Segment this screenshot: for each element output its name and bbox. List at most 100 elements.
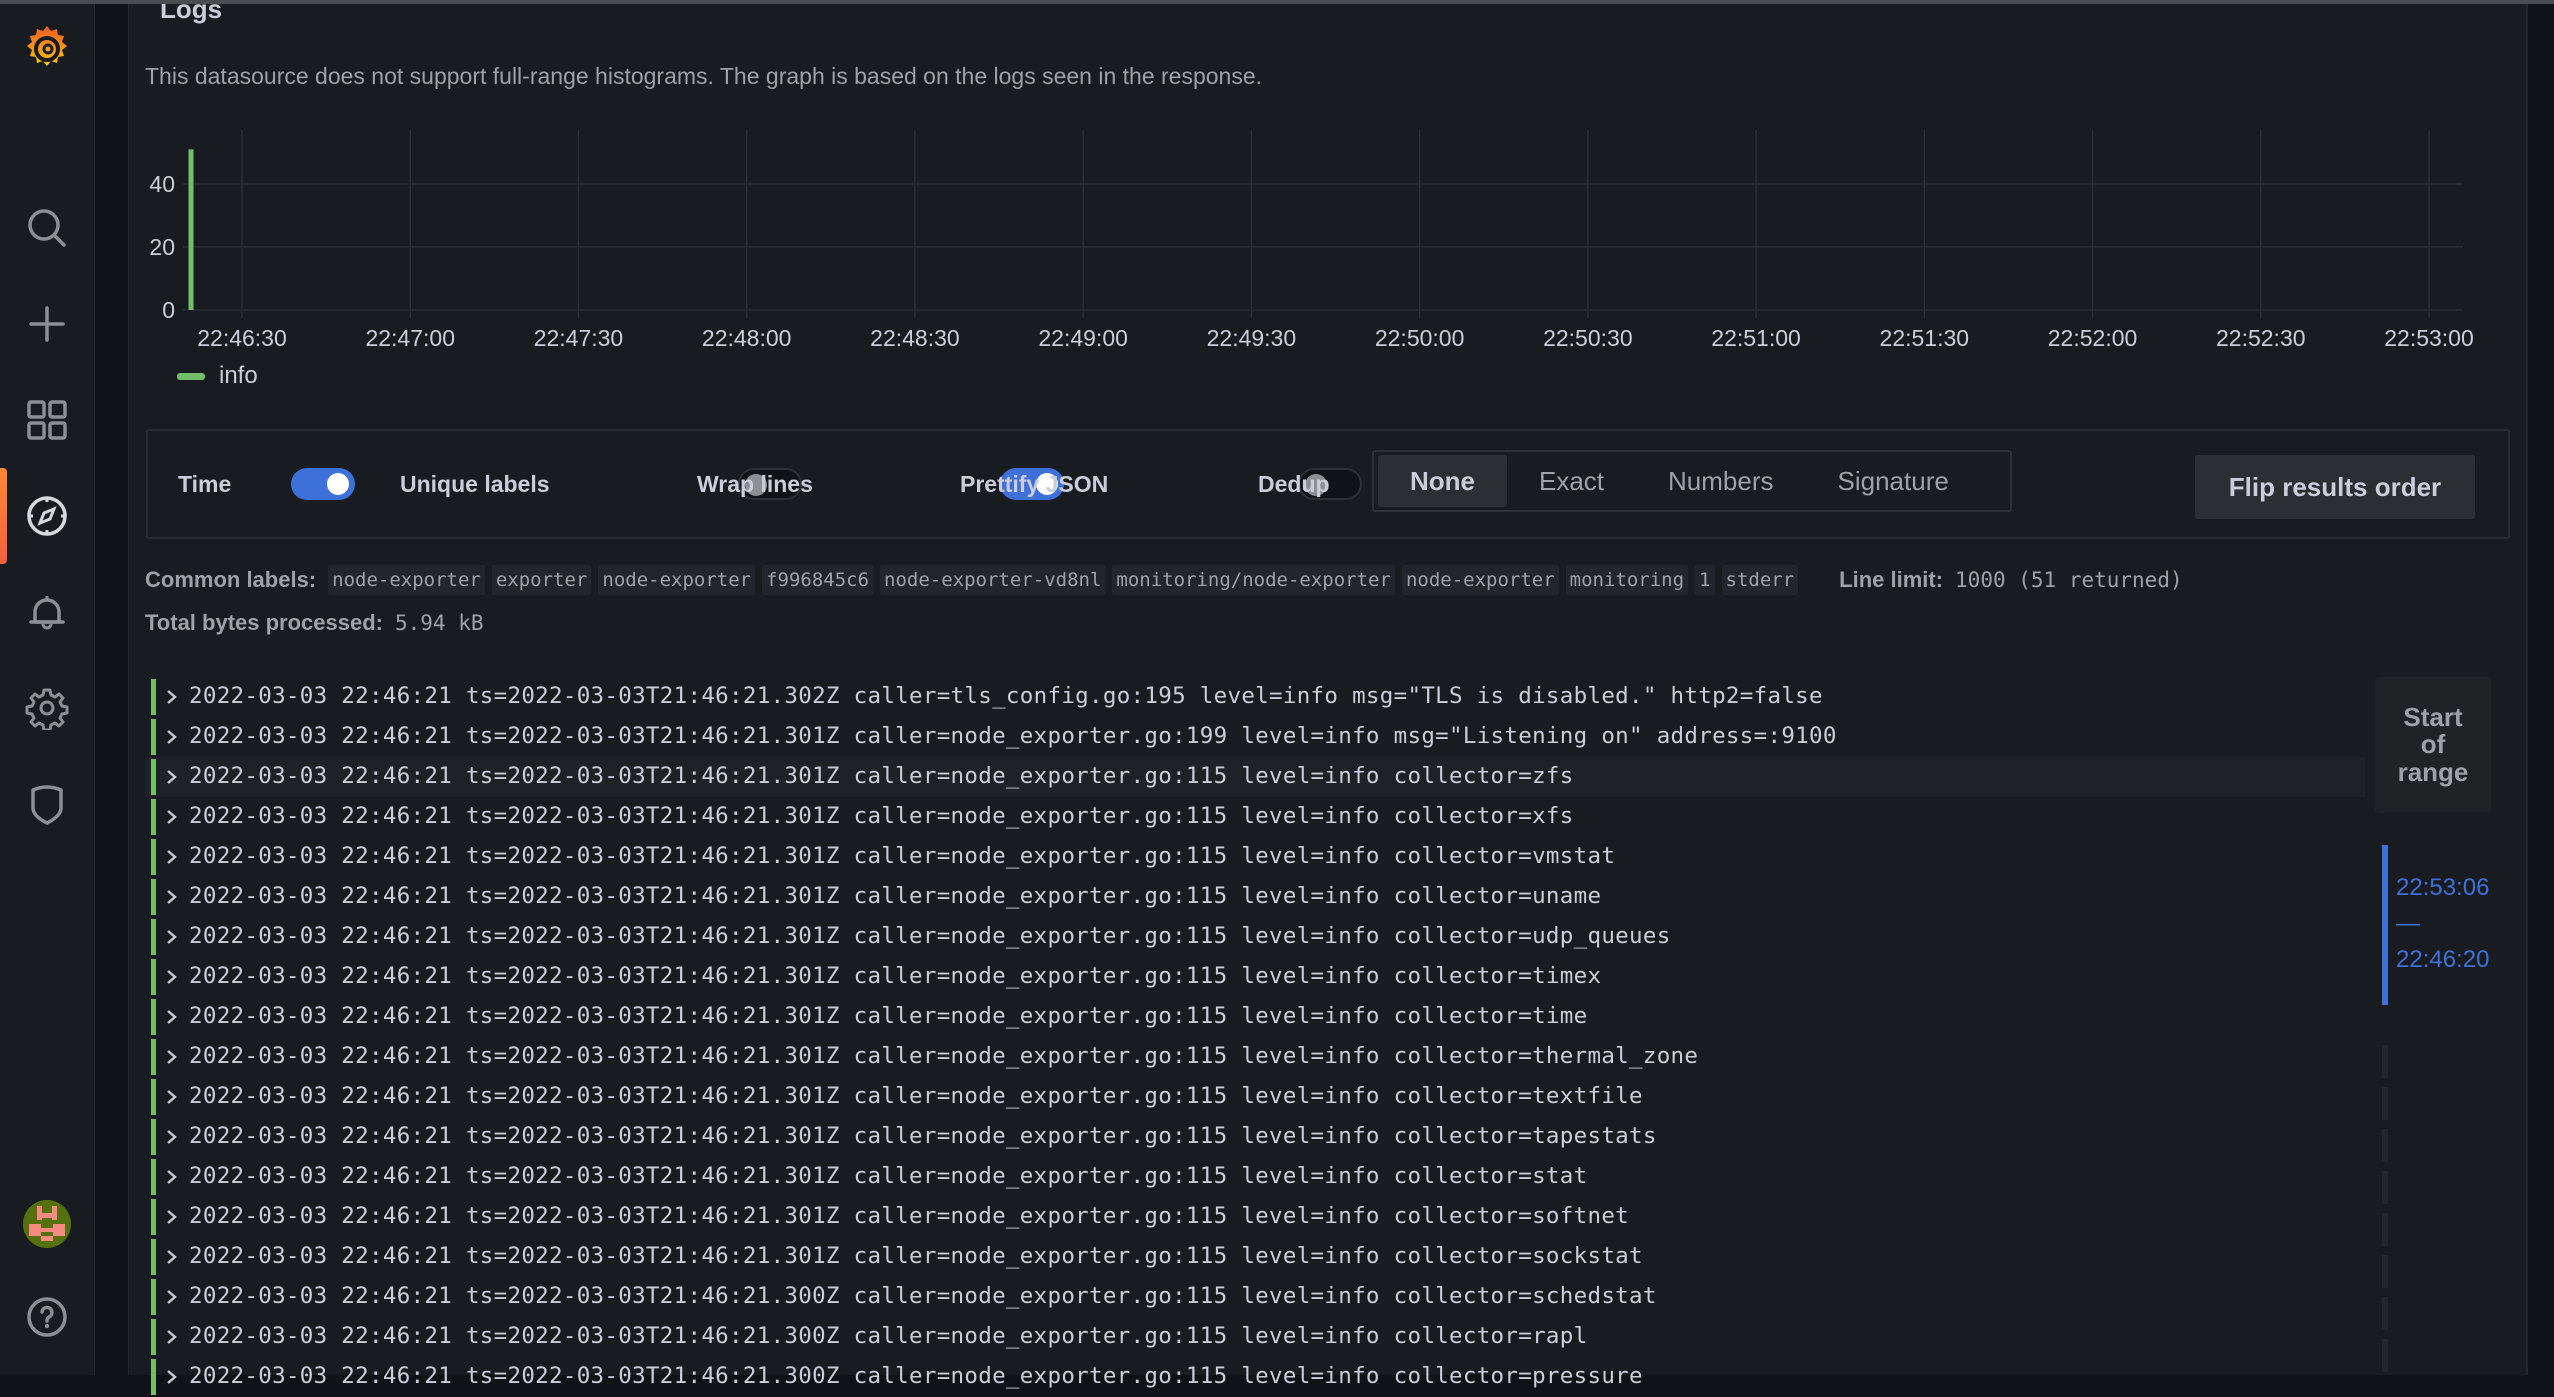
log-line-text: 2022-03-03 22:46:21 ts=2022-03-03T21:46:… bbox=[189, 923, 1671, 949]
log-row[interactable]: 2022-03-03 22:46:21 ts=2022-03-03T21:46:… bbox=[145, 717, 2365, 757]
logs-options-bar: Time Unique labels Wrap lines Prettify J… bbox=[146, 429, 2510, 539]
log-row[interactable]: 2022-03-03 22:46:21 ts=2022-03-03T21:46:… bbox=[145, 917, 2365, 957]
dedup-option-exact[interactable]: Exact bbox=[1507, 455, 1636, 507]
log-level-indicator bbox=[151, 799, 156, 835]
dedup-option-signature[interactable]: Signature bbox=[1806, 455, 1981, 507]
expand-chevron-icon[interactable] bbox=[165, 1003, 185, 1031]
log-row[interactable]: 2022-03-03 22:46:21 ts=2022-03-03T21:46:… bbox=[145, 1077, 2365, 1117]
log-row[interactable]: 2022-03-03 22:46:21 ts=2022-03-03T21:46:… bbox=[145, 877, 2365, 917]
avatar[interactable] bbox=[23, 1200, 71, 1248]
log-timestamp: 2022-03-03 22:46:21 bbox=[189, 1163, 453, 1189]
log-level-indicator bbox=[151, 919, 156, 955]
total-bytes-label: Total bytes processed: bbox=[145, 610, 383, 635]
log-row[interactable]: 2022-03-03 22:46:21 ts=2022-03-03T21:46:… bbox=[145, 1117, 2365, 1157]
dashboards-grid-icon[interactable] bbox=[24, 397, 70, 443]
expand-chevron-icon[interactable] bbox=[165, 1123, 185, 1151]
log-row[interactable]: 2022-03-03 22:46:21 ts=2022-03-03T21:46:… bbox=[145, 1197, 2365, 1237]
start-of-range-label: Start of range bbox=[2397, 702, 2469, 787]
label-chip: monitoring bbox=[1565, 565, 1689, 595]
log-level-indicator bbox=[151, 1159, 156, 1195]
log-level-indicator bbox=[151, 959, 156, 995]
log-row[interactable]: 2022-03-03 22:46:21 ts=2022-03-03T21:46:… bbox=[145, 1317, 2365, 1357]
gear-icon[interactable] bbox=[24, 685, 70, 731]
search-icon[interactable] bbox=[24, 205, 70, 251]
plus-icon[interactable] bbox=[24, 301, 70, 347]
prettify-json-option: Prettify JSON bbox=[960, 431, 1108, 537]
label-chip: 1 bbox=[1695, 565, 1715, 595]
shield-icon[interactable] bbox=[24, 781, 70, 827]
log-message: ts=2022-03-03T21:46:21.301Z caller=node_… bbox=[465, 1043, 1699, 1069]
expand-chevron-icon[interactable] bbox=[165, 1283, 185, 1311]
log-row[interactable]: 2022-03-03 22:46:21 ts=2022-03-03T21:46:… bbox=[145, 1357, 2365, 1397]
log-message: ts=2022-03-03T21:46:21.301Z caller=node_… bbox=[465, 763, 1574, 789]
log-row[interactable]: 2022-03-03 22:46:21 ts=2022-03-03T21:46:… bbox=[145, 757, 2365, 797]
log-row[interactable]: 2022-03-03 22:46:21 ts=2022-03-03T21:46:… bbox=[145, 1157, 2365, 1197]
label-chip: node-exporter-vd8nl bbox=[880, 565, 1106, 595]
x-tick-label: 22:50:30 bbox=[1543, 325, 1633, 351]
time-toggle-wrap bbox=[291, 431, 355, 537]
compass-icon[interactable] bbox=[24, 493, 70, 539]
expand-chevron-icon[interactable] bbox=[165, 1203, 185, 1231]
expand-chevron-icon[interactable] bbox=[165, 1043, 185, 1071]
expand-chevron-icon[interactable] bbox=[165, 843, 185, 871]
log-line-text: 2022-03-03 22:46:21 ts=2022-03-03T21:46:… bbox=[189, 1083, 1643, 1109]
log-level-indicator bbox=[151, 999, 156, 1035]
log-message: ts=2022-03-03T21:46:21.302Z caller=tls_c… bbox=[465, 683, 1823, 709]
flip-results-order-button[interactable]: Flip results order bbox=[2195, 455, 2475, 519]
expand-chevron-icon[interactable] bbox=[165, 923, 185, 951]
range-to: 22:46:20 bbox=[2396, 946, 2490, 973]
bell-icon[interactable] bbox=[24, 589, 70, 635]
log-row[interactable]: 2022-03-03 22:46:21 ts=2022-03-03T21:46:… bbox=[145, 997, 2365, 1037]
log-timestamp: 2022-03-03 22:46:21 bbox=[189, 1203, 453, 1229]
x-tick-label: 22:50:00 bbox=[1375, 325, 1465, 351]
log-timestamp: 2022-03-03 22:46:21 bbox=[189, 1003, 453, 1029]
y-tick-label: 20 bbox=[149, 234, 175, 260]
start-of-range-button[interactable]: Start of range bbox=[2375, 677, 2491, 813]
log-timestamp: 2022-03-03 22:46:21 bbox=[189, 923, 453, 949]
expand-chevron-icon[interactable] bbox=[165, 683, 185, 711]
log-level-indicator bbox=[151, 679, 156, 715]
log-line-text: 2022-03-03 22:46:21 ts=2022-03-03T21:46:… bbox=[189, 1243, 1643, 1269]
total-bytes-value: 5.94 kB bbox=[395, 611, 484, 635]
log-row[interactable]: 2022-03-03 22:46:21 ts=2022-03-03T21:46:… bbox=[145, 1237, 2365, 1277]
log-line-text: 2022-03-03 22:46:21 ts=2022-03-03T21:46:… bbox=[189, 763, 1574, 789]
log-row[interactable]: 2022-03-03 22:46:21 ts=2022-03-03T21:46:… bbox=[145, 837, 2365, 877]
expand-chevron-icon[interactable] bbox=[165, 1163, 185, 1191]
expand-chevron-icon[interactable] bbox=[165, 963, 185, 991]
log-row[interactable]: 2022-03-03 22:46:21 ts=2022-03-03T21:46:… bbox=[145, 957, 2365, 997]
log-row[interactable]: 2022-03-03 22:46:21 ts=2022-03-03T21:46:… bbox=[145, 677, 2365, 717]
log-line-text: 2022-03-03 22:46:21 ts=2022-03-03T21:46:… bbox=[189, 1323, 1587, 1349]
expand-chevron-icon[interactable] bbox=[165, 1243, 185, 1271]
expand-chevron-icon[interactable] bbox=[165, 883, 185, 911]
wrap-lines-label: Wrap lines bbox=[697, 470, 813, 497]
chart-legend[interactable]: info bbox=[177, 362, 258, 390]
y-tick-label: 40 bbox=[149, 171, 175, 197]
log-row[interactable]: 2022-03-03 22:46:21 ts=2022-03-03T21:46:… bbox=[145, 797, 2365, 837]
page-scroll-gutter bbox=[2526, 0, 2554, 1375]
time-toggle[interactable] bbox=[291, 468, 355, 500]
current-range-indicator[interactable] bbox=[2382, 845, 2388, 1005]
expand-chevron-icon[interactable] bbox=[165, 1083, 185, 1111]
time-label: Time bbox=[178, 470, 232, 497]
log-timestamp: 2022-03-03 22:46:21 bbox=[189, 763, 453, 789]
help-icon[interactable] bbox=[24, 1294, 70, 1340]
dedup-option-none[interactable]: None bbox=[1378, 455, 1507, 507]
expand-chevron-icon[interactable] bbox=[165, 1363, 185, 1391]
log-timestamp: 2022-03-03 22:46:21 bbox=[189, 1363, 453, 1389]
expand-chevron-icon[interactable] bbox=[165, 1323, 185, 1351]
expand-chevron-icon[interactable] bbox=[165, 803, 185, 831]
dedup-option-numbers[interactable]: Numbers bbox=[1636, 455, 1805, 507]
x-tick-label: 22:52:30 bbox=[2216, 325, 2306, 351]
dedup-label: Dedup bbox=[1258, 470, 1330, 497]
log-row[interactable]: 2022-03-03 22:46:21 ts=2022-03-03T21:46:… bbox=[145, 1277, 2365, 1317]
grafana-logo-icon[interactable] bbox=[20, 22, 74, 76]
line-limit-value: 1000 (51 returned) bbox=[1955, 568, 2183, 592]
expand-chevron-icon[interactable] bbox=[165, 723, 185, 751]
current-range-text[interactable]: 22:53:06 — 22:46:20 bbox=[2396, 870, 2489, 978]
expand-chevron-icon[interactable] bbox=[165, 763, 185, 791]
log-row[interactable]: 2022-03-03 22:46:21 ts=2022-03-03T21:46:… bbox=[145, 1037, 2365, 1077]
x-tick-label: 22:51:30 bbox=[1880, 325, 1970, 351]
log-message: ts=2022-03-03T21:46:21.300Z caller=node_… bbox=[465, 1283, 1657, 1309]
range-separator: — bbox=[2396, 910, 2420, 937]
older-ranges-track[interactable] bbox=[2382, 1045, 2388, 1375]
